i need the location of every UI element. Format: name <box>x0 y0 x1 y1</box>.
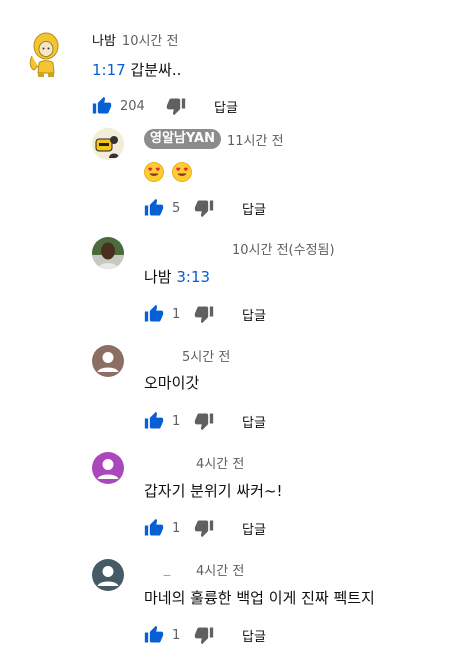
comment-time[interactable]: 4시간 전 <box>196 560 244 579</box>
comment-actions: 204 답글 <box>92 95 238 117</box>
thumb-down-icon <box>194 625 214 645</box>
dislike-button[interactable] <box>194 518 214 538</box>
dislike-button[interactable] <box>194 411 214 431</box>
timestamp-link[interactable]: 1:17 <box>92 61 126 79</box>
like-count: 1 <box>172 520 181 536</box>
mention-text: 나밤 <box>144 268 172 286</box>
thumb-down-icon <box>194 304 214 324</box>
reply-item: 4시간 전 갑자기 분위기 싸커~! 1 답글 <box>0 447 460 552</box>
like-button[interactable] <box>144 411 164 431</box>
dislike-button[interactable] <box>194 198 214 218</box>
heart-eyes-emoji-icon <box>144 162 164 182</box>
comment-body: 마네의 훌륭한 백업 이게 진짜 펙트지 <box>144 589 375 607</box>
channel-logo-avatar-icon[interactable] <box>92 128 124 160</box>
comment-actions: 1 답글 <box>144 410 266 432</box>
like-count: 204 <box>120 98 145 114</box>
comment-actions: 5 답글 <box>144 197 266 219</box>
reply-item: _ 4시간 전 마네의 훌륭한 백업 이게 진짜 펙트지 1 답글 <box>0 552 460 655</box>
author-name[interactable]: 나밤 <box>92 30 116 49</box>
comment-time[interactable]: 4시간 전 <box>196 453 244 472</box>
comment-body: 갑자기 분위기 싸커~! <box>144 482 283 500</box>
comment-time[interactable]: 10시간 전(수정됨) <box>232 239 335 258</box>
thumb-down-icon <box>194 198 214 218</box>
reply-button[interactable]: 답글 <box>242 305 266 324</box>
comment-time[interactable]: 5시간 전 <box>182 346 230 365</box>
author-name[interactable] <box>144 241 226 255</box>
like-count: 1 <box>172 413 181 429</box>
comment-text: 오마이갓 <box>144 372 199 394</box>
comment-actions: 1 답글 <box>144 517 266 539</box>
brown-default-avatar-icon[interactable] <box>92 345 124 377</box>
thumb-up-icon <box>144 518 164 538</box>
like-button[interactable] <box>144 304 164 324</box>
dislike-button[interactable] <box>166 96 186 116</box>
author-name[interactable]: 영알남YAN <box>144 129 221 149</box>
yellow-character-avatar-icon[interactable] <box>26 30 66 77</box>
like-button[interactable] <box>144 198 164 218</box>
person-photo-avatar-icon[interactable] <box>92 237 124 269</box>
comment-header: _ 4시간 전 <box>144 559 245 579</box>
like-count: 1 <box>172 306 181 322</box>
comment-thread: 나밤 10시간 전 1:17 갑분싸.. 204 답글 <box>0 0 460 125</box>
thumb-down-icon <box>194 411 214 431</box>
reply-item: 5시간 전 오마이갓 1 답글 <box>0 340 460 447</box>
comment-text: 1:17 갑분싸.. <box>92 59 181 81</box>
comment-text: 갑자기 분위기 싸커~! <box>144 480 283 502</box>
reply-item: 영알남YAN 11시간 전 5 답글 <box>0 125 460 230</box>
thumb-up-icon <box>144 198 164 218</box>
comment-header: 10시간 전(수정됨) <box>144 238 335 258</box>
heart-eyes-emoji-icon <box>172 162 192 182</box>
comment-time[interactable]: 10시간 전 <box>122 30 179 49</box>
comment-body: 갑분싸.. <box>130 61 182 79</box>
comment-body: 오마이갓 <box>144 374 200 392</box>
thumb-up-icon <box>144 304 164 324</box>
dislike-button[interactable] <box>194 625 214 645</box>
reply-button[interactable]: 답글 <box>214 97 238 116</box>
reply-item: 10시간 전(수정됨) 나밤 3:13 1 답글 <box>0 230 460 340</box>
comment-actions: 1 답글 <box>144 624 266 646</box>
comment-time[interactable]: 11시간 전 <box>227 130 284 149</box>
like-button[interactable] <box>144 518 164 538</box>
author-name[interactable] <box>144 348 176 362</box>
timestamp-link[interactable]: 3:13 <box>176 268 210 286</box>
dislike-button[interactable] <box>194 304 214 324</box>
reply-button[interactable]: 답글 <box>242 199 266 218</box>
comment-header: 나밤 10시간 전 <box>92 29 178 49</box>
reply-button[interactable]: 답글 <box>242 519 266 538</box>
thumb-up-icon <box>144 411 164 431</box>
reply-button[interactable]: 답글 <box>242 626 266 645</box>
reply-button[interactable]: 답글 <box>242 412 266 431</box>
comment-actions: 1 답글 <box>144 303 266 325</box>
comment-header: 4시간 전 <box>144 452 244 472</box>
author-name[interactable] <box>144 455 190 469</box>
comment-header: 5시간 전 <box>144 345 230 365</box>
comment-text: 나밤 3:13 <box>144 266 210 288</box>
like-button[interactable] <box>92 96 112 116</box>
thumb-down-icon <box>166 96 186 116</box>
thumb-up-icon <box>144 625 164 645</box>
comment-header: 영알남YAN 11시간 전 <box>144 129 284 149</box>
slate-default-avatar-icon[interactable] <box>92 559 124 591</box>
thumb-down-icon <box>194 518 214 538</box>
comment-text: 마네의 훌륭한 백업 이게 진짜 펙트지 <box>144 587 375 609</box>
author-name[interactable]: _ <box>144 562 190 577</box>
thumb-up-icon <box>92 96 112 116</box>
purple-default-avatar-icon[interactable] <box>92 452 124 484</box>
like-button[interactable] <box>144 625 164 645</box>
like-count: 1 <box>172 627 181 643</box>
like-count: 5 <box>172 200 181 216</box>
comment-text <box>144 160 195 182</box>
